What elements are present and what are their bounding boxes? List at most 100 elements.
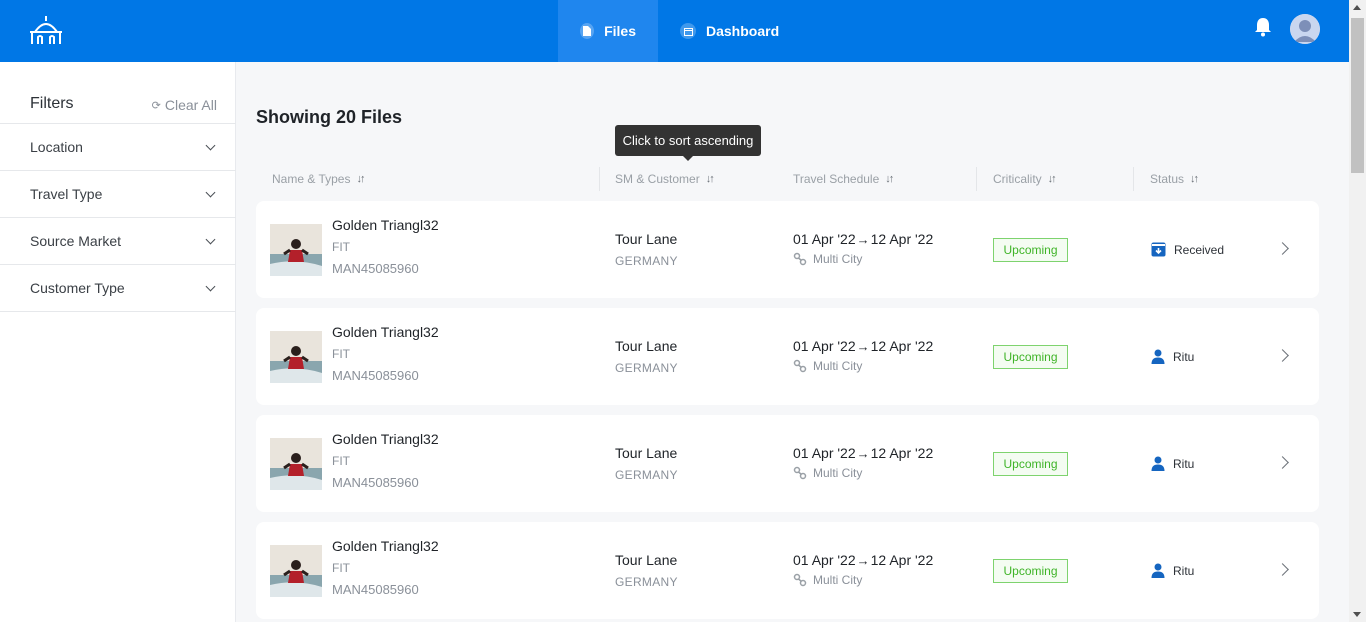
file-row[interactable]: Golden Triangl32 FIT MAN45085960 Tour La…	[256, 308, 1319, 405]
file-row[interactable]: Golden Triangl32 FIT MAN45085960 Tour La…	[256, 415, 1319, 512]
column-header-label: Name & Types	[272, 172, 351, 186]
file-thumbnail	[270, 438, 322, 490]
criticality-badge: Upcoming	[993, 559, 1068, 583]
source-market: GERMANY	[615, 468, 678, 482]
nav-dashboard[interactable]: Dashboard	[658, 0, 801, 62]
route-icon	[793, 252, 807, 266]
route-label: Multi City	[813, 252, 863, 266]
filter-source-market[interactable]: Source Market	[0, 218, 236, 265]
file-row[interactable]: Golden Triangl32 FIT MAN45085960 Tour La…	[256, 201, 1319, 298]
filter-label: Source Market	[30, 233, 122, 249]
sort-icon: ↓↑	[885, 173, 894, 185]
chevron-down-icon	[205, 281, 216, 291]
avatar[interactable]	[1290, 14, 1320, 44]
sort-icon: ↓↑	[1190, 173, 1199, 185]
status-label: Received	[1174, 242, 1225, 257]
column-header-label: Status	[1150, 172, 1185, 186]
column-header-label: SM & Customer	[615, 172, 700, 186]
sort-icon: ↓↑	[1047, 173, 1057, 185]
main-nav: Files Dashboard	[558, 0, 801, 62]
file-row[interactable]: Golden Triangl32 FIT MAN45085960 Tour La…	[256, 522, 1319, 619]
clear-all-label: Clear All	[164, 97, 217, 113]
filter-customer-type[interactable]: Customer Type	[0, 265, 236, 312]
arrow-right-icon: →	[856, 552, 870, 568]
arrow-right-icon: →	[856, 445, 870, 461]
column-divider	[599, 167, 600, 191]
route-info: Multi City	[793, 573, 862, 587]
chevron-down-icon	[205, 140, 216, 150]
filter-label: Location	[30, 139, 83, 155]
status-indicator: Ritu	[1151, 563, 1194, 578]
source-market: GERMANY	[615, 361, 678, 375]
column-header-label: Criticality	[993, 172, 1042, 186]
filters-title: Filters	[30, 95, 74, 112]
travel-dates: 01 Apr '22 → 12 Apr '22	[793, 338, 933, 354]
filter-label: Travel Type	[30, 186, 103, 202]
refresh-icon: ⟳	[151, 99, 161, 112]
file-code: MAN45085960	[332, 475, 419, 490]
route-label: Multi City	[813, 359, 863, 373]
chevron-right-icon[interactable]	[1276, 349, 1289, 362]
filter-label: Customer Type	[30, 280, 125, 296]
file-type: FIT	[332, 347, 350, 361]
status-label: Ritu	[1173, 349, 1195, 364]
file-name: Golden Triangl32	[332, 431, 439, 447]
column-header-name[interactable]: Name & Types ↓↑	[272, 172, 365, 186]
column-divider	[976, 167, 977, 191]
column-divider	[1133, 167, 1134, 191]
chevron-right-icon[interactable]	[1276, 563, 1289, 576]
user-icon	[1151, 456, 1165, 471]
travel-dates: 01 Apr '22 → 12 Apr '22	[793, 552, 933, 568]
nav-files[interactable]: Files	[558, 0, 658, 62]
page-scrollbar[interactable]	[1349, 0, 1366, 622]
page-title: Showing 20 Files	[256, 107, 403, 127]
nav-dashboard-label: Dashboard	[706, 23, 780, 39]
route-info: Multi City	[793, 466, 862, 480]
column-header-label: Travel Schedule	[793, 172, 880, 186]
column-header-criticality[interactable]: Criticality ↓↑	[993, 172, 1057, 186]
source-market: GERMANY	[615, 254, 678, 268]
file-thumbnail	[270, 224, 322, 276]
arrow-right-icon: →	[856, 231, 870, 247]
bell-icon[interactable]	[1254, 17, 1272, 37]
file-code: MAN45085960	[332, 368, 419, 383]
chevron-down-icon	[205, 234, 216, 244]
filter-location[interactable]: Location	[0, 124, 236, 171]
customer-name: Tour Lane	[615, 338, 678, 354]
file-name: Golden Triangl32	[332, 217, 439, 233]
top-navbar: Files Dashboard	[0, 0, 1349, 62]
route-label: Multi City	[813, 466, 863, 480]
filter-travel-type[interactable]: Travel Type	[0, 171, 236, 218]
column-header-status[interactable]: Status ↓↑	[1150, 172, 1199, 186]
arrow-right-icon: →	[856, 338, 870, 354]
source-market: GERMANY	[615, 575, 678, 589]
travel-dates: 01 Apr '22 → 12 Apr '22	[793, 445, 933, 461]
criticality-badge: Upcoming	[993, 238, 1068, 262]
chevron-right-icon[interactable]	[1276, 456, 1289, 469]
criticality-badge: Upcoming	[993, 345, 1068, 369]
file-type: FIT	[332, 454, 350, 468]
end-date: 12 Apr '22	[870, 231, 934, 247]
scroll-down-arrow-icon[interactable]	[1353, 612, 1361, 617]
start-date: 01 Apr '22	[793, 445, 856, 461]
route-label: Multi City	[813, 573, 863, 587]
sort-icon: ↓↑	[705, 173, 715, 185]
logo-icon[interactable]	[28, 14, 64, 50]
sort-tooltip: Click to sort ascending	[615, 125, 761, 161]
column-header-schedule[interactable]: Travel Schedule ↓↑	[793, 172, 894, 186]
end-date: 12 Apr '22	[870, 445, 934, 461]
start-date: 01 Apr '22	[793, 338, 856, 354]
route-info: Multi City	[793, 359, 862, 373]
clear-all-button[interactable]: ⟳ Clear All	[152, 97, 217, 113]
scroll-up-arrow-icon[interactable]	[1353, 5, 1361, 10]
customer-name: Tour Lane	[615, 445, 678, 461]
file-thumbnail	[270, 545, 322, 597]
start-date: 01 Apr '22	[793, 231, 856, 247]
status-indicator: Received	[1151, 242, 1224, 257]
travel-dates: 01 Apr '22 → 12 Apr '22	[793, 231, 933, 247]
chevron-right-icon[interactable]	[1276, 242, 1289, 255]
column-header-customer[interactable]: SM & Customer ↓↑	[615, 172, 715, 186]
scrollbar-thumb[interactable]	[1351, 18, 1364, 173]
user-icon	[1151, 349, 1165, 364]
calendar-icon	[680, 23, 696, 39]
